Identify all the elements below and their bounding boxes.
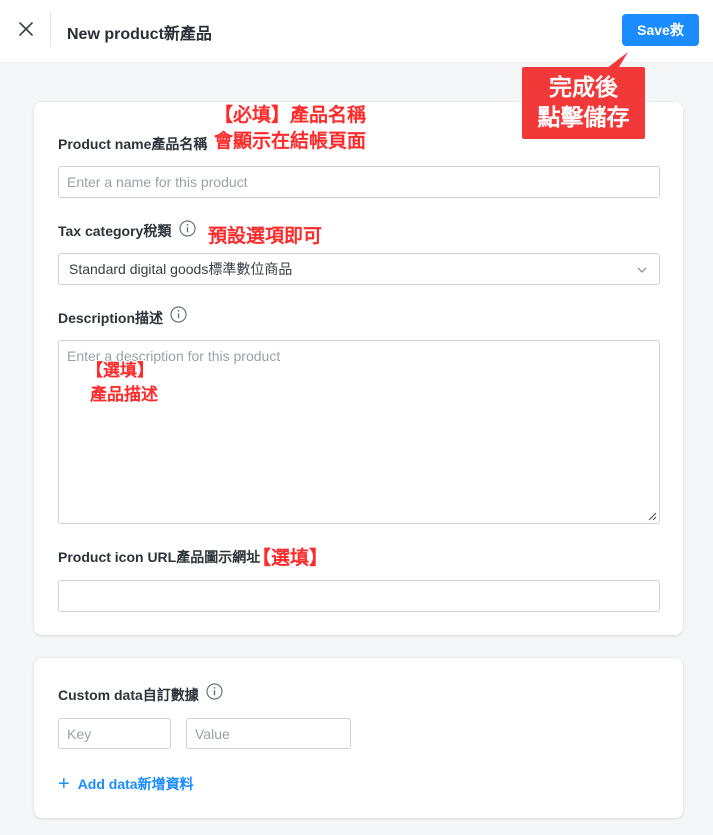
save-callout-line2: 點擊儲存 — [537, 104, 630, 130]
info-icon[interactable] — [206, 683, 223, 700]
icon-url-label: Product icon URL產品圖示網址 — [58, 549, 261, 565]
info-icon[interactable] — [179, 220, 196, 237]
custom-data-value-input[interactable] — [186, 718, 351, 749]
tax-category-label: Tax category稅類 — [58, 223, 172, 239]
annotation-icon-optional: 【選填】 — [252, 548, 329, 569]
custom-data-key-input[interactable] — [58, 718, 171, 749]
add-data-label: Add data新增資料 — [77, 776, 194, 792]
save-callout: 完成後 點擊儲存 — [522, 67, 645, 139]
custom-data-label: Custom data自訂數據 — [58, 687, 199, 703]
custom-data-card: Custom data自訂數據 + Add data新增資料 — [34, 658, 683, 818]
product-name-input[interactable] — [58, 166, 660, 198]
annotation-tax-default: 預設選項即可 — [208, 226, 323, 247]
info-icon[interactable] — [170, 306, 187, 323]
annotation-name-checkout: 會顯示在結帳頁面 — [214, 131, 367, 152]
annotation-desc-label: 產品描述 — [90, 385, 158, 404]
tax-category-selected-value: Standard digital goods標準數位商品 — [69, 261, 293, 277]
close-icon — [19, 22, 33, 36]
close-button[interactable] — [13, 16, 39, 42]
add-data-button[interactable]: + Add data新增資料 — [58, 774, 194, 794]
header-divider — [50, 12, 51, 46]
annotation-desc-optional: 【選填】 — [86, 361, 154, 380]
annotation-name-required: 【必填】產品名稱 — [214, 105, 367, 126]
resize-handle-icon[interactable] — [648, 512, 657, 521]
plus-icon: + — [58, 773, 70, 795]
page-title: New product新產品 — [67, 26, 212, 43]
product-name-label: Product name產品名稱 — [58, 136, 208, 152]
tax-category-select[interactable]: Standard digital goods標準數位商品 — [58, 253, 660, 285]
description-label: Description描述 — [58, 310, 164, 326]
icon-url-input[interactable] — [58, 580, 660, 612]
save-button[interactable]: Save救 — [622, 14, 699, 46]
save-callout-line1: 完成後 — [549, 74, 618, 101]
chevron-down-icon — [637, 267, 647, 273]
